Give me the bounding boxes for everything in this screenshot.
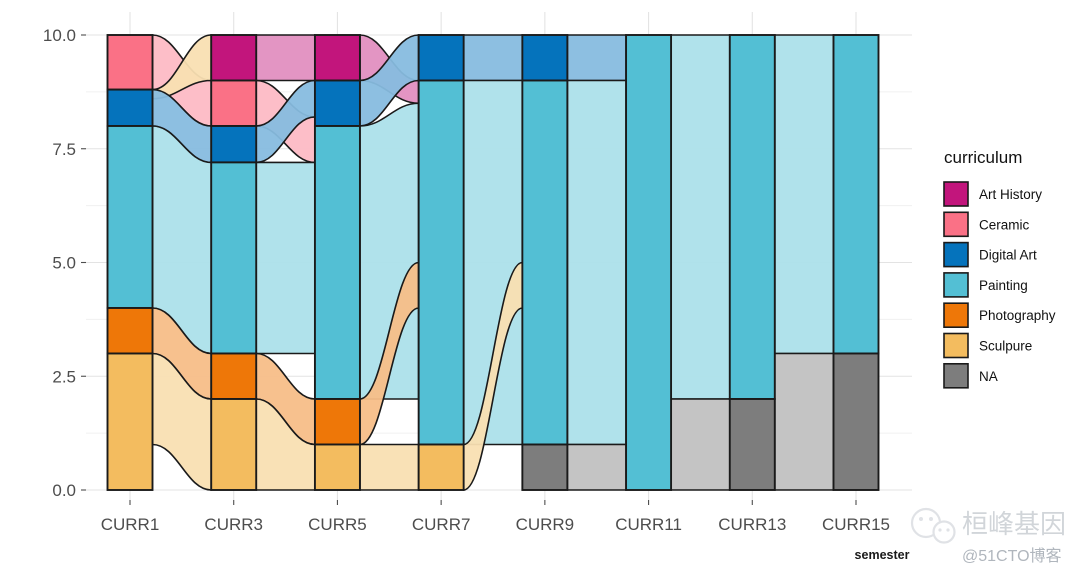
stratum-segment[interactable] (210, 161, 258, 355)
stratum-segment[interactable] (417, 443, 465, 491)
legend-swatch-photography[interactable] (943, 302, 969, 329)
flow-ribbon[interactable] (566, 79, 627, 446)
x-axis-title: semester (855, 548, 910, 562)
legend-label-na: NA (979, 369, 998, 384)
legend-swatch-painting[interactable] (943, 272, 969, 298)
stratum-segment[interactable] (417, 34, 465, 82)
stratum-segment[interactable] (313, 398, 361, 446)
stratum-segment[interactable] (832, 352, 880, 491)
stratum-segment[interactable] (106, 34, 154, 91)
stratum-segment[interactable] (210, 34, 258, 82)
flow-ribbon[interactable] (462, 34, 524, 82)
x-tick-label-curr11: CURR11 (615, 515, 682, 534)
legend-swatch-ceramic[interactable] (943, 211, 969, 238)
watermark-handle: @51CTO博客 (962, 547, 1062, 565)
stratum-segment[interactable] (106, 88, 154, 127)
legend-label-art-history: Art History (979, 187, 1042, 202)
x-tick-label-curr9: CURR9 (516, 515, 575, 534)
stratum-segment[interactable] (210, 352, 258, 400)
y-tick-label: 0.0 (52, 481, 76, 500)
x-tick-label-curr15: CURR15 (822, 515, 890, 534)
stratum-segment[interactable] (313, 443, 361, 491)
stratum-segment[interactable] (625, 34, 673, 491)
stratum-segment[interactable] (210, 79, 258, 127)
watermark: 桓峰基因 @51CTO博客 (910, 507, 1066, 565)
legend-label-sculpure: Sculpure (979, 339, 1032, 354)
stratum-segment[interactable] (417, 79, 465, 446)
flow-ribbon[interactable] (359, 443, 420, 491)
stratum-segment[interactable] (521, 443, 569, 491)
stratum-segment[interactable] (106, 352, 154, 491)
stratum-segment[interactable] (521, 34, 569, 82)
x-tick-label-curr7: CURR7 (412, 515, 471, 534)
legend-title: curriculum (944, 148, 1022, 167)
flow-ribbon[interactable] (255, 34, 316, 82)
legend-swatch-na[interactable] (943, 362, 969, 389)
alluvial-chart-svg: 0.02.55.07.510.0 CURR1 CURR3 CURR5 CURR7 CUR… (43, 12, 1066, 565)
stratum-segment[interactable] (521, 79, 569, 446)
watermark-brand: 桓峰基因 (962, 509, 1066, 539)
flow-ribbon[interactable] (255, 161, 316, 355)
x-tick-label-curr1: CURR1 (101, 515, 160, 534)
x-axis: CURR1 CURR3 CURR5 CURR7 CURR9 CURR11 CURR13 CUR… (101, 500, 890, 534)
stratum-segment[interactable] (728, 398, 776, 491)
axis-title-semester: semester (855, 548, 910, 562)
y-tick-label: 5.0 (52, 254, 76, 273)
stratum-segment[interactable] (106, 307, 154, 355)
legend-label-photography: Photography (979, 308, 1056, 323)
flow-ribbon[interactable] (773, 352, 835, 491)
y-axis: 0.0 2.5 5.0 7.5 10.0 (43, 26, 86, 500)
chart-root: 0.0 2.5 5.0 7.5 10.0 CURR1 CURR3 CURR5 CURR7 CUR… (0, 0, 1080, 572)
stratum-segment[interactable] (832, 34, 880, 355)
y-tick-label: 7.5 (52, 140, 76, 159)
flow-ribbon[interactable] (566, 443, 627, 491)
x-tick-label-curr3: CURR3 (204, 515, 263, 534)
stratum-segment[interactable] (313, 34, 361, 82)
flow-ribbon[interactable] (773, 34, 835, 355)
flow-ribbon[interactable] (566, 34, 627, 82)
stratum-segment[interactable] (210, 125, 258, 164)
stratum-segment[interactable] (728, 34, 776, 400)
x-tick-label-curr5: CURR5 (308, 515, 367, 534)
legend[interactable]: curriculum Art History Ceramic Digital Art P… (943, 148, 1056, 389)
legend-label-painting: Painting (979, 278, 1028, 293)
stratum-segment[interactable] (210, 398, 258, 491)
y-tick-label: 10.0 (43, 26, 76, 45)
stratum-segment[interactable] (313, 125, 361, 400)
flow-ribbon[interactable] (670, 398, 731, 491)
legend-swatch-digital-art[interactable] (943, 241, 969, 268)
flow-ribbon[interactable] (670, 34, 731, 400)
y-tick-label: 2.5 (52, 367, 76, 386)
legend-label-ceramic: Ceramic (979, 217, 1030, 232)
stratum-segment[interactable] (106, 125, 154, 309)
x-tick-label-curr13: CURR13 (718, 515, 786, 534)
legend-label-digital-art: Digital Art (979, 248, 1037, 263)
legend-swatch-art-history[interactable] (943, 181, 969, 207)
stratum-segment[interactable] (313, 79, 361, 127)
legend-swatch-sculpure[interactable] (943, 332, 969, 359)
